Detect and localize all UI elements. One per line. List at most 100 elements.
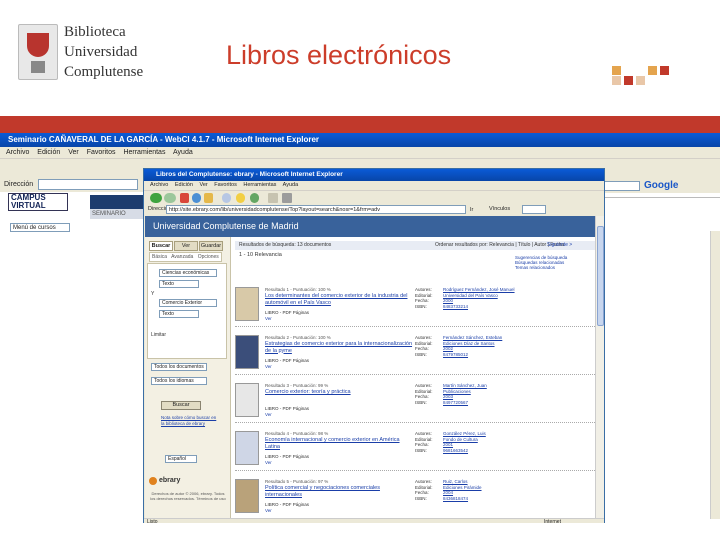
detail-value[interactable]: Ruiz, Carlos bbox=[443, 479, 468, 484]
links-label[interactable]: Vínculos bbox=[489, 204, 510, 215]
book-cover-icon[interactable] bbox=[235, 479, 259, 513]
book-cover-icon[interactable] bbox=[235, 335, 259, 369]
menu-item-archivo[interactable]: Archivo bbox=[150, 182, 168, 188]
result-title-link[interactable]: Comercio exterior: teoría y práctica bbox=[265, 389, 415, 396]
tab-buscar[interactable]: Buscar bbox=[149, 241, 173, 251]
detail-value[interactable]: Publicaciones bbox=[443, 389, 471, 394]
detail-value[interactable]: Fondo de Cultura bbox=[443, 437, 478, 442]
result-title-link[interactable]: Los determinantes del comercio exterior … bbox=[265, 293, 415, 306]
result-view-link[interactable]: Ver bbox=[265, 316, 272, 321]
print-icon[interactable] bbox=[282, 193, 292, 203]
book-cover-icon[interactable] bbox=[235, 431, 259, 465]
bg-seminar-label: SEMINARIO bbox=[90, 209, 150, 219]
back-icon[interactable] bbox=[150, 193, 162, 203]
bg-menu-item[interactable]: Herramientas bbox=[123, 149, 165, 156]
result-format: LIBRO - PDF Páginas bbox=[265, 310, 310, 315]
bg-scrollbar[interactable] bbox=[710, 231, 720, 519]
detail-value[interactable]: 2003 bbox=[443, 394, 453, 399]
slide-footer bbox=[0, 523, 720, 540]
detail-value[interactable]: Fernández Sánchez, Esteban bbox=[443, 335, 502, 340]
result-view-link[interactable]: Ver bbox=[265, 412, 272, 417]
subtab-avanzada[interactable]: Avanzada bbox=[171, 254, 193, 260]
address-input[interactable]: http://site.ebrary.com/lib/universidadco… bbox=[166, 205, 466, 214]
detail-value[interactable]: Rodríguez Fernández, José Manuel bbox=[443, 287, 515, 292]
language-filter-select[interactable]: Todos los idiomas bbox=[151, 377, 207, 385]
bg-google-search-input[interactable] bbox=[600, 181, 640, 191]
suggestion-link[interactable]: Temas relacionados bbox=[515, 265, 595, 270]
detail-value[interactable]: 2004 bbox=[443, 490, 453, 495]
results-header: Resultados de búsqueda: 13 documentos Or… bbox=[235, 241, 595, 250]
result-details: Autores: Rodríguez Fernández, José Manuel… bbox=[415, 287, 585, 309]
refresh-icon[interactable] bbox=[192, 193, 201, 203]
detail-value[interactable]: 8436818474 bbox=[443, 496, 468, 501]
book-cover-icon[interactable] bbox=[235, 383, 259, 417]
result-view-link[interactable]: Ver bbox=[265, 508, 272, 513]
tab-guardar[interactable]: Guardar bbox=[199, 241, 223, 251]
detail-value[interactable]: Ediciones Pirámide bbox=[443, 485, 482, 490]
detail-value[interactable]: 2002 bbox=[443, 346, 453, 351]
book-cover-icon[interactable] bbox=[235, 287, 259, 321]
bg-address-label: Dirección bbox=[4, 181, 34, 188]
detail-value[interactable]: 8497720567 bbox=[443, 400, 468, 405]
menu-item-herramientas[interactable]: Herramientas bbox=[243, 182, 276, 188]
google-logo: Google bbox=[644, 180, 679, 191]
result-format: LIBRO - PDF Páginas bbox=[265, 502, 310, 507]
result-view-link[interactable]: Ver bbox=[265, 364, 272, 369]
bg-menu-item[interactable]: Edición bbox=[37, 149, 60, 156]
menu-item-ayuda[interactable]: Ayuda bbox=[283, 182, 299, 188]
result-title-link[interactable]: Política comercial y negociaciones comer… bbox=[265, 485, 415, 498]
scrollbar-thumb[interactable] bbox=[597, 226, 604, 326]
ebrary-page: Universidad Complutense de Madrid Buscar… bbox=[145, 216, 595, 518]
result-view-link[interactable]: Ver bbox=[265, 460, 272, 465]
detail-value[interactable]: 8483733214 bbox=[443, 304, 468, 309]
bg-menu-item[interactable]: Archivo bbox=[6, 149, 29, 156]
favorites-icon[interactable] bbox=[236, 193, 245, 203]
search-scope-2-select[interactable]: Texto bbox=[159, 310, 199, 318]
sidebar-tabs: Buscar Ver Guardar bbox=[149, 241, 224, 251]
search-term-1-input[interactable]: Ciencias económicas bbox=[159, 269, 217, 277]
result-meta: Resultado 4 - Puntuación: 98 % bbox=[265, 431, 329, 436]
result-title-link[interactable]: Economía internacional y comercio exteri… bbox=[265, 437, 415, 450]
search-mode-tabs: Básica Avanzada Opciones bbox=[149, 252, 222, 262]
menu-item-edicion[interactable]: Edición bbox=[175, 182, 193, 188]
bg-address-input[interactable] bbox=[38, 179, 138, 190]
subtab-opciones[interactable]: Opciones bbox=[198, 254, 219, 260]
search-term-2-input[interactable]: Comercio Exterior bbox=[159, 299, 217, 307]
page-scrollbar[interactable] bbox=[595, 216, 604, 518]
bg-course-menu-select[interactable]: Menú de cursos bbox=[10, 223, 70, 232]
address-bar: Dirección http://site.ebrary.com/lib/uni… bbox=[144, 204, 604, 215]
suggestions-panel: Sugerencias de búsqueda Búsquedas relaci… bbox=[515, 255, 595, 279]
next-page-link[interactable]: Siguiente > bbox=[547, 241, 572, 250]
result-title-link[interactable]: Estrategias de comercio exterior para la… bbox=[265, 341, 415, 354]
result-meta: Resultado 5 - Puntuación: 97 % bbox=[265, 479, 329, 484]
history-icon[interactable] bbox=[250, 193, 259, 203]
forward-icon[interactable] bbox=[164, 193, 176, 203]
detail-value[interactable]: 2000 bbox=[443, 298, 453, 303]
subtab-basica[interactable]: Básica bbox=[152, 254, 167, 260]
go-button[interactable]: Ir bbox=[470, 205, 473, 216]
bg-menu-item[interactable]: Favoritos bbox=[87, 149, 116, 156]
mail-icon[interactable] bbox=[268, 193, 278, 203]
document-type-select[interactable]: Todos los documentos bbox=[151, 363, 207, 371]
menu-item-favoritos[interactable]: Favoritos bbox=[214, 182, 237, 188]
detail-value[interactable]: 9681663542 bbox=[443, 448, 468, 453]
sort-options[interactable]: Ordenar resultados por: Relevancia | Tít… bbox=[435, 241, 564, 250]
search-scope-1-select[interactable]: Texto bbox=[159, 280, 199, 288]
home-icon[interactable] bbox=[204, 193, 213, 203]
detail-value[interactable]: 8479785012 bbox=[443, 352, 468, 357]
stop-icon[interactable] bbox=[180, 193, 189, 203]
search-help-link[interactable]: Nota sobre cómo buscar en la biblioteca … bbox=[161, 415, 221, 427]
tab-ver[interactable]: Ver bbox=[174, 241, 198, 251]
toolbar-search-input[interactable] bbox=[522, 205, 546, 214]
bg-menu-item[interactable]: Ayuda bbox=[173, 149, 193, 156]
detail-value[interactable]: González Pérez, Luis bbox=[443, 431, 486, 436]
search-icon[interactable] bbox=[222, 193, 231, 203]
menu-item-ver[interactable]: Ver bbox=[199, 182, 207, 188]
detail-value[interactable]: Martín Sánchez, Juan bbox=[443, 383, 487, 388]
detail-value[interactable]: Universidad del País Vasco bbox=[443, 293, 498, 298]
interface-language-select[interactable]: Español bbox=[165, 455, 197, 463]
bg-menu-item[interactable]: Ver bbox=[68, 149, 79, 156]
detail-value[interactable]: Ediciones Díaz de Santos bbox=[443, 341, 495, 346]
detail-value[interactable]: 2001 bbox=[443, 442, 453, 447]
search-button[interactable]: Buscar bbox=[161, 401, 201, 410]
